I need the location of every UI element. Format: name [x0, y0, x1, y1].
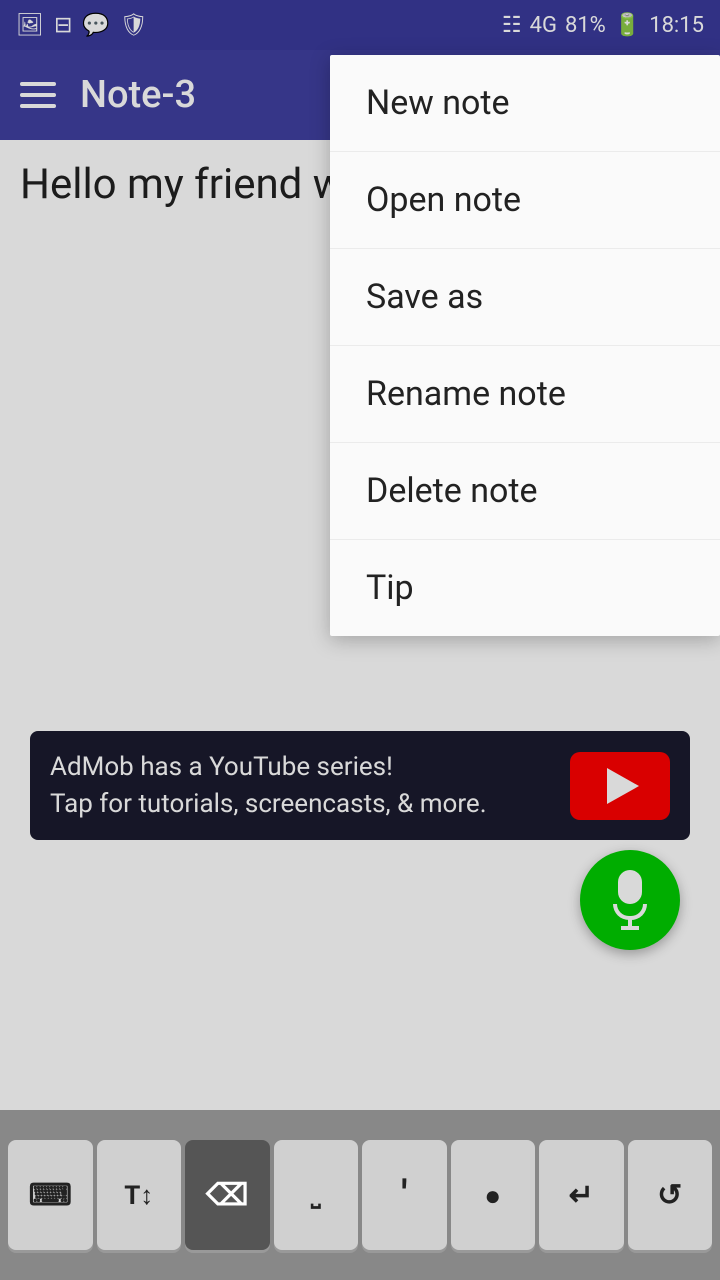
menu-item-save-as[interactable]: Save as — [330, 249, 720, 346]
enter-icon: ↵ — [569, 1178, 594, 1213]
undo-icon: ↺ — [657, 1178, 682, 1213]
menu-item-open-note[interactable]: Open note — [330, 152, 720, 249]
menu-item-delete-note[interactable]: Delete note — [330, 443, 720, 540]
space-icon: ⎵ — [311, 1181, 321, 1209]
context-menu: New note Open note Save as Rename note D… — [330, 55, 720, 636]
menu-item-new-note[interactable]: New note — [330, 55, 720, 152]
bullet-icon: ● — [484, 1179, 501, 1212]
keyboard-icon: ⌨ — [29, 1178, 72, 1213]
apostrophe-button[interactable]: ' — [362, 1140, 447, 1250]
apostrophe-icon: ' — [401, 1173, 407, 1217]
backspace-icon: ⌫ — [206, 1178, 248, 1213]
text-size-icon: T↕ — [124, 1180, 153, 1211]
bullet-button[interactable]: ● — [451, 1140, 536, 1250]
text-size-button[interactable]: T↕ — [97, 1140, 182, 1250]
menu-item-tip[interactable]: Tip — [330, 540, 720, 636]
menu-item-rename-note[interactable]: Rename note — [330, 346, 720, 443]
backspace-button[interactable]: ⌫ — [185, 1140, 270, 1250]
space-button[interactable]: ⎵ — [274, 1140, 359, 1250]
enter-button[interactable]: ↵ — [539, 1140, 624, 1250]
keyboard-toggle-button[interactable]: ⌨ — [8, 1140, 93, 1250]
keyboard-toolbar: ⌨ T↕ ⌫ ⎵ ' ● ↵ ↺ — [0, 1110, 720, 1280]
undo-button[interactable]: ↺ — [628, 1140, 713, 1250]
